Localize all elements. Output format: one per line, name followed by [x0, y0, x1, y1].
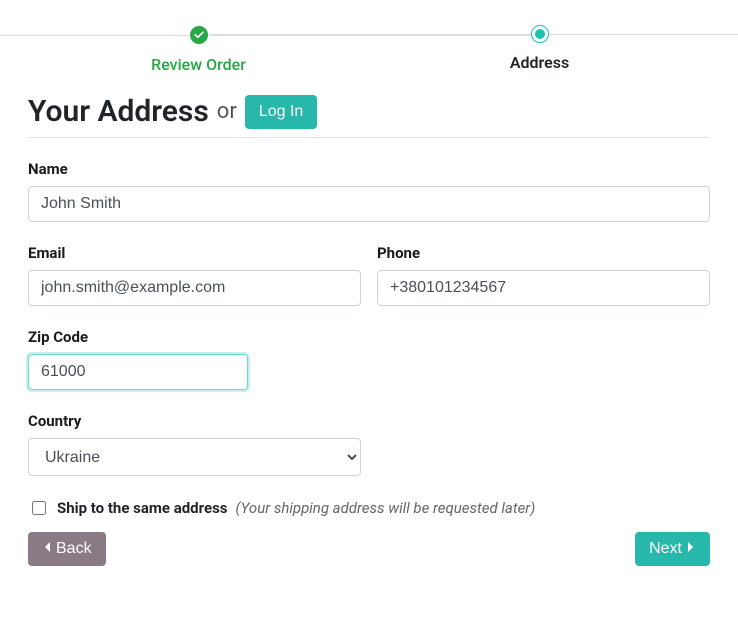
ship-same-row: Ship to the same address (Your shipping …: [28, 498, 710, 518]
address-form: Name Email Phone Zip Code Country: [28, 160, 710, 566]
ship-same-label: Ship to the same address: [57, 499, 228, 517]
name-input[interactable]: [28, 186, 710, 222]
or-text: or: [217, 99, 237, 124]
country-select[interactable]: Ukraine: [28, 438, 361, 476]
country-label: Country: [28, 412, 361, 430]
step-label: Address: [510, 53, 569, 72]
email-input[interactable]: [28, 270, 361, 306]
phone-input[interactable]: [377, 270, 710, 306]
progress-stepper: Review Order Address: [28, 25, 710, 74]
next-button-label: Next: [649, 540, 682, 558]
login-button[interactable]: Log In: [245, 95, 317, 129]
chevron-left-icon: [42, 540, 52, 558]
next-button[interactable]: Next: [635, 532, 710, 566]
page-title: Your Address: [28, 94, 209, 129]
check-circle-icon: [189, 25, 209, 45]
back-button-label: Back: [56, 540, 92, 558]
email-label: Email: [28, 244, 361, 262]
step-label: Review Order: [151, 55, 246, 74]
ship-same-note: (Your shipping address will be requested…: [236, 499, 536, 517]
step-address[interactable]: Address: [369, 25, 710, 72]
zip-label: Zip Code: [28, 328, 248, 346]
name-label: Name: [28, 160, 710, 178]
phone-label: Phone: [377, 244, 710, 262]
chevron-right-icon: [686, 540, 696, 558]
ship-same-checkbox[interactable]: [32, 501, 46, 515]
step-review-order[interactable]: Review Order: [28, 25, 369, 74]
active-step-icon: [531, 25, 549, 43]
zip-input[interactable]: [28, 354, 248, 390]
back-button[interactable]: Back: [28, 532, 106, 566]
